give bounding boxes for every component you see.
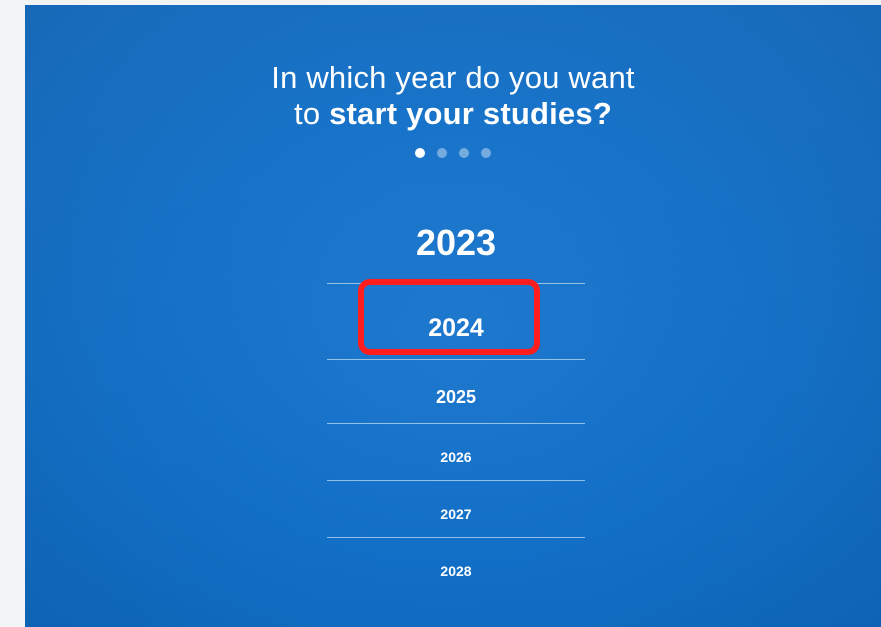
year-option-2023[interactable]: 2023 — [327, 222, 585, 264]
step-dot-2 — [437, 148, 447, 158]
question-title: In which year do you want to start your … — [25, 60, 881, 132]
divider — [327, 537, 585, 538]
divider — [327, 283, 585, 284]
step-dot-3 — [459, 148, 469, 158]
year-option-2028[interactable]: 2028 — [327, 557, 585, 585]
year-option-2026[interactable]: 2026 — [327, 443, 585, 471]
question-line2: to start your studies? — [25, 96, 881, 132]
divider — [327, 423, 585, 424]
question-panel: In which year do you want to start your … — [25, 5, 881, 627]
year-option-2024[interactable]: 2024 — [327, 305, 585, 351]
question-line2-bold: start your studies? — [329, 96, 612, 131]
step-dot-4 — [481, 148, 491, 158]
divider — [327, 359, 585, 360]
year-option-2027[interactable]: 2027 — [327, 500, 585, 528]
step-indicator — [415, 148, 491, 160]
year-option-2025[interactable]: 2025 — [327, 382, 585, 412]
question-line2-prefix: to — [294, 96, 330, 131]
divider — [327, 480, 585, 481]
question-line1: In which year do you want — [271, 60, 635, 95]
step-dot-1 — [415, 148, 425, 158]
